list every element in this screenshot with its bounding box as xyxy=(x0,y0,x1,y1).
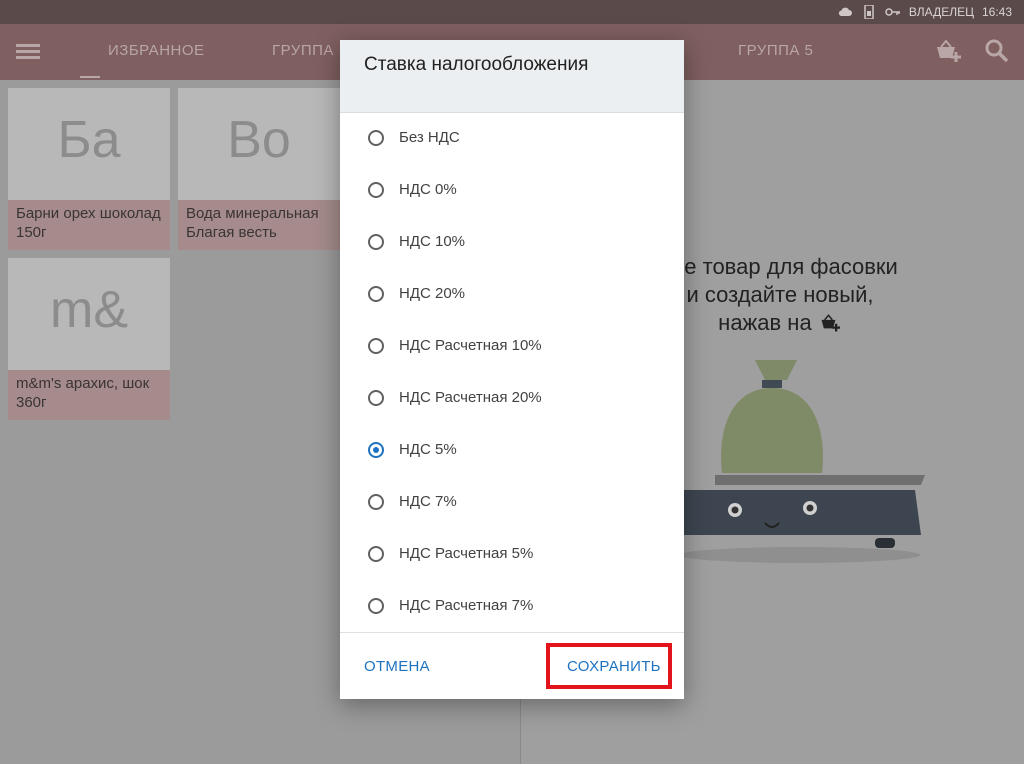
cloud-icon xyxy=(838,7,852,16)
radio-button-selected[interactable] xyxy=(368,442,384,458)
menu-icon[interactable] xyxy=(16,40,40,64)
option-label: НДС Расчетная 20% xyxy=(399,389,542,406)
tax-option-no-vat[interactable]: Без НДС xyxy=(340,114,684,166)
tax-rate-dialog: Ставка налогообложения Без НДС НДС 0% НД… xyxy=(340,40,684,699)
product-card[interactable]: Во Вода минеральная Благая весть xyxy=(178,88,340,250)
radio-button[interactable] xyxy=(368,494,384,510)
dialog-title: Ставка налогообложения xyxy=(364,54,589,75)
tax-option-vat-calc-7[interactable]: НДС Расчетная 7% xyxy=(340,582,684,634)
option-label: НДС 20% xyxy=(399,285,466,302)
tab-group[interactable]: ГРУППА xyxy=(272,42,334,59)
option-label: НДС 7% xyxy=(399,493,457,510)
divider xyxy=(340,632,684,633)
radio-button[interactable] xyxy=(368,546,384,562)
option-label: НДС 10% xyxy=(399,233,466,250)
clock: 16:43 xyxy=(981,5,1012,19)
product-initials: Ба xyxy=(57,111,121,169)
status-bar: ВЛАДЕЛЕЦ 16:43 xyxy=(0,0,1024,24)
product-card[interactable]: Ба Барни орех шоколад 150г xyxy=(8,88,170,250)
add-basket-icon xyxy=(821,314,840,332)
key-icon xyxy=(885,8,900,16)
tax-option-vat-20[interactable]: НДС 20% xyxy=(340,270,684,322)
product-name: Барни орех шоколад 150г xyxy=(8,200,170,250)
active-tab-indicator xyxy=(80,76,100,78)
save-button-highlight xyxy=(546,643,672,689)
option-label: НДС 0% xyxy=(399,181,457,198)
tax-option-vat-5[interactable]: НДС 5% xyxy=(340,426,684,478)
option-label: НДС Расчетная 10% xyxy=(399,337,542,354)
option-label: Без НДС xyxy=(399,129,460,146)
tab-group-5[interactable]: ГРУППА 5 xyxy=(738,42,813,59)
radio-button[interactable] xyxy=(368,130,384,146)
cancel-button[interactable]: ОТМЕНА xyxy=(364,658,430,675)
radio-button[interactable] xyxy=(368,234,384,250)
radio-button[interactable] xyxy=(368,338,384,354)
scale-illustration xyxy=(676,360,925,563)
tax-option-vat-10[interactable]: НДС 10% xyxy=(340,218,684,270)
product-initials: Во xyxy=(227,111,291,169)
product-name: Вода минеральная Благая весть xyxy=(178,200,340,250)
owner-label: ВЛАДЕЛЕЦ xyxy=(908,5,974,19)
tab-favorites[interactable]: ИЗБРАННОЕ xyxy=(108,42,205,59)
sim-icon xyxy=(864,5,874,19)
tax-option-vat-calc-10[interactable]: НДС Расчетная 10% xyxy=(340,322,684,374)
dialog-header: Ставка налогообложения xyxy=(340,40,684,113)
option-label: НДС Расчетная 5% xyxy=(399,545,534,562)
tax-option-vat-calc-5[interactable]: НДС Расчетная 5% xyxy=(340,530,684,582)
product-initials: m& xyxy=(50,281,128,339)
product-card[interactable]: m& m&m's арахис, шок 360г xyxy=(8,258,170,420)
product-name: m&m's арахис, шок 360г xyxy=(8,370,170,420)
option-label: НДС 5% xyxy=(399,441,457,458)
radio-button[interactable] xyxy=(368,286,384,302)
option-label: НДС Расчетная 7% xyxy=(399,597,534,614)
search-icon[interactable] xyxy=(984,38,1010,64)
add-basket-icon[interactable] xyxy=(934,38,962,64)
tax-option-vat-0[interactable]: НДС 0% xyxy=(340,166,684,218)
hint-line-3: нажав на xyxy=(718,310,812,335)
radio-button[interactable] xyxy=(368,182,384,198)
radio-button[interactable] xyxy=(368,390,384,406)
radio-button[interactable] xyxy=(368,598,384,614)
tax-option-vat-calc-20[interactable]: НДС Расчетная 20% xyxy=(340,374,684,426)
tax-option-vat-7[interactable]: НДС 7% xyxy=(340,478,684,530)
